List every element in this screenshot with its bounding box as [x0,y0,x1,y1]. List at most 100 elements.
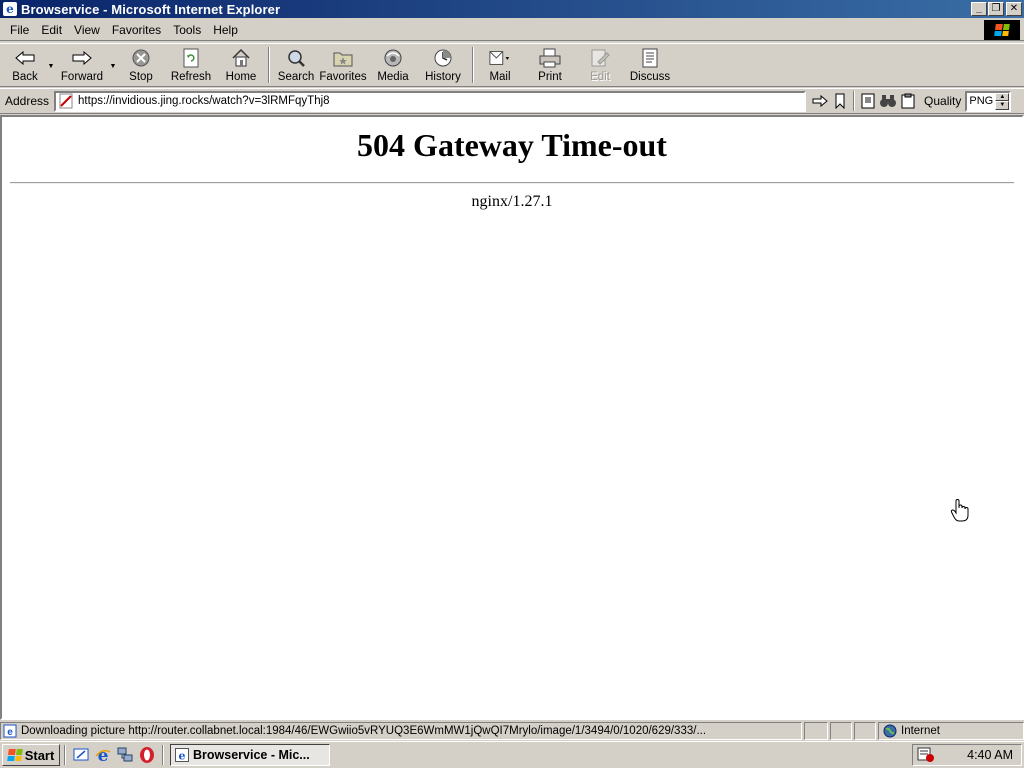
edit-label: Edit [590,71,610,83]
network-icon[interactable] [114,744,136,766]
edit-page-icon [589,48,611,68]
printer-icon [539,48,561,68]
status-cell [804,722,828,740]
quality-select[interactable]: PNG ▲ ▼ [965,90,1012,112]
quality-value: PNG [969,95,994,107]
menu-help[interactable]: Help [207,23,244,37]
spin-down-icon[interactable]: ▼ [995,101,1010,110]
svg-text:e: e [98,746,109,764]
favorites-folder-icon [332,48,354,68]
go-arrow-icon[interactable] [810,91,830,111]
forward-button[interactable]: Forward [56,44,108,86]
internet-explorer-icon[interactable]: e [92,744,114,766]
forward-label: Forward [60,71,104,83]
standard-toolbar: Back ▼ Forward ▼ Stop Refresh Home Searc… [0,43,1024,87]
globe-icon [883,724,897,738]
history-icon [432,48,454,68]
home-icon [230,48,252,68]
show-desktop-icon[interactable] [70,744,92,766]
search-icon [285,48,307,68]
binoculars-icon[interactable] [878,91,898,111]
menu-edit[interactable]: Edit [35,23,68,37]
address-input[interactable]: https://invidious.jing.rocks/watch?v=3lR… [54,90,807,112]
clock[interactable]: 4:40 AM [967,748,1013,762]
start-label: Start [24,747,55,763]
status-cell [830,722,852,740]
system-tray: 4:40 AM [912,744,1022,766]
ie-task-icon: e [175,748,189,762]
back-arrow-icon [14,48,36,68]
page-content: 504 Gateway Time-out nginx/1.27.1 [0,115,1024,720]
refresh-button[interactable]: Refresh [164,44,218,86]
status-message-panel: e Downloading picture http://router.coll… [0,722,802,740]
ie-icon: e [3,2,17,16]
forward-dropdown-icon[interactable]: ▼ [108,44,118,86]
favorites-button[interactable]: Favorites [318,44,368,86]
spin-up-icon[interactable]: ▲ [995,92,1010,101]
back-button[interactable]: Back [4,44,46,86]
stop-button[interactable]: Stop [118,44,164,86]
discuss-button[interactable]: Discuss [622,44,678,86]
bookmark-icon[interactable] [830,91,850,111]
scheduler-icon[interactable] [917,747,935,763]
task-browservice[interactable]: e Browservice - Mic... [170,744,330,766]
stop-label: Stop [129,71,153,83]
history-label: History [425,71,461,83]
edit-button[interactable]: Edit [578,44,622,86]
taskbar: Start e e Browservice - Mic... 4:40 AM [0,741,1024,768]
mail-icon [489,48,511,68]
page-find-icon[interactable] [858,91,878,111]
start-button[interactable]: Start [2,744,60,766]
discuss-icon [639,48,661,68]
address-tools: Quality PNG ▲ ▼ [810,90,1012,112]
home-button[interactable]: Home [218,44,264,86]
minimize-button[interactable]: _ [971,2,987,16]
close-button[interactable]: ✕ [1006,2,1022,16]
task-label: Browservice - Mic... [193,748,310,762]
media-icon [382,48,404,68]
menu-bar: File Edit View Favorites Tools Help [0,19,1024,41]
history-button[interactable]: History [418,44,468,86]
mail-button[interactable]: Mail [478,44,522,86]
ie-page-icon: e [3,724,17,738]
back-dropdown-icon[interactable]: ▼ [46,44,56,86]
toolbar-separator [472,47,474,83]
back-label: Back [12,71,38,83]
forward-arrow-icon [71,48,93,68]
address-bar: Address https://invidious.jing.rocks/wat… [0,88,1024,114]
windows-flag-icon [994,24,1010,36]
svg-text:e: e [7,727,13,738]
menu-tools[interactable]: Tools [167,23,207,37]
status-message: Downloading picture http://router.collab… [21,725,707,737]
media-button[interactable]: Media [368,44,418,86]
search-button[interactable]: Search [274,44,318,86]
zone-label: Internet [901,725,940,737]
clipboard-icon[interactable] [898,91,918,111]
menu-favorites[interactable]: Favorites [106,23,167,37]
window-controls: _ ❐ ✕ [970,2,1022,16]
window-title: Browservice - Microsoft Internet Explore… [21,1,281,17]
discuss-label: Discuss [629,71,671,83]
server-signature: nginx/1.27.1 [471,193,553,210]
page-icon [59,93,73,109]
status-cell [854,722,876,740]
quality-label: Quality [924,94,962,108]
taskbar-separator [162,745,164,765]
error-heading: 504 Gateway Time-out [357,127,667,163]
media-label: Media [377,71,409,83]
menu-view[interactable]: View [68,23,106,37]
quality-spinner[interactable]: ▲ ▼ [995,92,1010,110]
windows-flag-icon [6,749,23,761]
print-button[interactable]: Print [522,44,578,86]
favorites-label: Favorites [319,71,367,83]
windows-logo [984,20,1020,40]
opera-icon[interactable] [136,744,158,766]
search-label: Search [277,71,315,83]
menu-file[interactable]: File [4,23,35,37]
title-bar: e Browservice - Microsoft Internet Explo… [0,0,1024,18]
address-label: Address [5,94,50,108]
security-zone: Internet [878,722,1024,740]
restore-button[interactable]: ❐ [988,2,1004,16]
svg-text:e: e [179,750,186,763]
address-url: https://invidious.jing.rocks/watch?v=3lR… [78,95,330,107]
